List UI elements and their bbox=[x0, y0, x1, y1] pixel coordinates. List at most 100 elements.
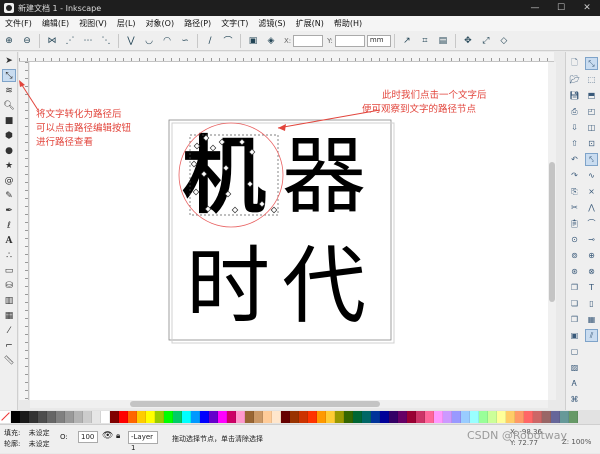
clone-icon[interactable]: ❏ bbox=[568, 297, 581, 310]
dropper-tool-icon[interactable]: ⁄ bbox=[2, 324, 16, 337]
snap-smooth-icon[interactable]: ⌒ bbox=[585, 217, 598, 230]
print-icon[interactable]: ⎙ bbox=[568, 105, 581, 118]
color-swatch[interactable] bbox=[263, 411, 272, 423]
snap-cusp-icon[interactable]: ⋀ bbox=[585, 201, 598, 214]
color-swatch[interactable] bbox=[416, 411, 425, 423]
menu-text[interactable]: 文字(T) bbox=[216, 18, 253, 29]
spiral-tool-icon[interactable]: @ bbox=[2, 174, 16, 187]
mask-icon[interactable]: ▤ bbox=[436, 34, 450, 48]
stroke-to-path-icon[interactable]: ◈ bbox=[264, 34, 278, 48]
color-swatch[interactable] bbox=[20, 411, 29, 423]
vertical-scrollbar[interactable] bbox=[548, 62, 556, 400]
new-document-icon[interactable]: 🗋 bbox=[568, 57, 581, 70]
color-swatch[interactable] bbox=[155, 411, 164, 423]
color-swatch[interactable] bbox=[389, 411, 398, 423]
menu-layer[interactable]: 层(L) bbox=[112, 18, 141, 29]
select-tool-icon[interactable]: ➤ bbox=[2, 54, 16, 67]
insert-node-icon[interactable]: ⊕ bbox=[2, 34, 16, 48]
horizontal-scrollbar[interactable] bbox=[30, 400, 548, 408]
segment-line-icon[interactable]: ∕ bbox=[203, 34, 217, 48]
close-icon[interactable]: ✕ bbox=[574, 0, 600, 16]
menu-path[interactable]: 路径(P) bbox=[179, 18, 216, 29]
glyph-shi[interactable]: 时 bbox=[186, 237, 270, 335]
color-swatch[interactable] bbox=[128, 411, 137, 423]
snap-object-center-icon[interactable]: ⊕ bbox=[585, 249, 598, 262]
color-swatch[interactable] bbox=[344, 411, 353, 423]
color-swatch[interactable] bbox=[479, 411, 488, 423]
redo-icon[interactable]: ↷ bbox=[568, 169, 581, 182]
glyph-qi[interactable]: 器 bbox=[282, 127, 366, 225]
cut-icon[interactable]: ✂ bbox=[568, 201, 581, 214]
unlink-clone-icon[interactable]: ❒ bbox=[568, 313, 581, 326]
snap-midpoint-icon[interactable]: ◫ bbox=[585, 121, 598, 134]
fill-stroke-icon[interactable]: ▨ bbox=[568, 361, 581, 374]
paint-bucket-tool-icon[interactable]: ⛁ bbox=[2, 279, 16, 292]
join-nodes-icon[interactable]: ⋈ bbox=[45, 34, 59, 48]
xml-editor-icon[interactable]: ⌘ bbox=[568, 393, 581, 406]
snap-path-icon[interactable]: ∿ bbox=[585, 169, 598, 182]
color-swatch[interactable] bbox=[299, 411, 308, 423]
eye-icon[interactable]: 👁︎ bbox=[102, 431, 113, 441]
break-path-icon[interactable]: ⋰ bbox=[63, 34, 77, 48]
color-swatch[interactable] bbox=[461, 411, 470, 423]
minimize-icon[interactable]: — bbox=[522, 0, 548, 16]
menu-object[interactable]: 对象(O) bbox=[141, 18, 180, 29]
open-icon[interactable]: 📂︎ bbox=[568, 73, 581, 86]
ungroup-icon[interactable]: ▢ bbox=[568, 345, 581, 358]
undo-icon[interactable]: ↶ bbox=[568, 153, 581, 166]
gradient-tool-icon[interactable]: ▥ bbox=[2, 294, 16, 307]
color-swatch[interactable] bbox=[200, 411, 209, 423]
snap-bbox-icon[interactable]: ⬚ bbox=[585, 73, 598, 86]
delete-node-icon[interactable]: ⊖ bbox=[20, 34, 34, 48]
color-swatch[interactable] bbox=[425, 411, 434, 423]
color-swatch[interactable] bbox=[137, 411, 146, 423]
lock-icon[interactable]: 🔒︎ bbox=[116, 431, 120, 441]
menu-extensions[interactable]: 扩展(N) bbox=[291, 18, 329, 29]
stroke-value[interactable]: 未设定 bbox=[29, 439, 50, 450]
3d-box-tool-icon[interactable]: ⬢ bbox=[2, 129, 16, 142]
color-swatch[interactable] bbox=[281, 411, 290, 423]
color-swatch[interactable] bbox=[353, 411, 362, 423]
color-swatch[interactable] bbox=[569, 411, 578, 423]
color-swatch[interactable] bbox=[317, 411, 326, 423]
import-icon[interactable]: ⇩ bbox=[568, 121, 581, 134]
color-swatch[interactable] bbox=[182, 411, 191, 423]
color-swatch[interactable] bbox=[245, 411, 254, 423]
color-swatch[interactable] bbox=[74, 411, 83, 423]
color-swatch[interactable] bbox=[146, 411, 155, 423]
color-swatch[interactable] bbox=[272, 411, 281, 423]
segment-curve-icon[interactable]: ⌒ bbox=[221, 34, 235, 48]
show-transform-handles-icon[interactable]: ✥ bbox=[461, 34, 475, 48]
star-tool-icon[interactable]: ★ bbox=[2, 159, 16, 172]
snap-grid-icon[interactable]: ▦ bbox=[585, 313, 598, 326]
pen-tool-icon[interactable]: ✒ bbox=[2, 204, 16, 217]
color-swatch[interactable] bbox=[542, 411, 551, 423]
color-swatch[interactable] bbox=[173, 411, 182, 423]
object-to-path-icon[interactable]: ▣ bbox=[246, 34, 260, 48]
color-swatch[interactable] bbox=[533, 411, 542, 423]
group-icon[interactable]: ▣ bbox=[568, 329, 581, 342]
zoom-drawing-icon[interactable]: ⊚ bbox=[568, 249, 581, 262]
eraser-tool-icon[interactable]: ▭ bbox=[2, 264, 16, 277]
color-swatch[interactable] bbox=[236, 411, 245, 423]
copy-icon[interactable]: ⎘ bbox=[568, 185, 581, 198]
menu-edit[interactable]: 编辑(E) bbox=[37, 18, 74, 29]
snap-rotation-center-icon[interactable]: ⊗ bbox=[585, 265, 598, 278]
next-path-effect-icon[interactable]: ↗ bbox=[400, 34, 414, 48]
color-swatch[interactable] bbox=[470, 411, 479, 423]
zoom-selection-icon[interactable]: ⊙ bbox=[568, 233, 581, 246]
color-swatch[interactable] bbox=[398, 411, 407, 423]
color-swatch[interactable] bbox=[335, 411, 344, 423]
color-swatch[interactable] bbox=[407, 411, 416, 423]
node-symmetric-icon[interactable]: ◠ bbox=[160, 34, 174, 48]
color-swatch[interactable] bbox=[524, 411, 533, 423]
color-swatch[interactable] bbox=[371, 411, 380, 423]
color-swatch[interactable] bbox=[11, 411, 20, 423]
color-swatch[interactable] bbox=[326, 411, 335, 423]
color-swatch[interactable] bbox=[551, 411, 560, 423]
color-swatch[interactable] bbox=[290, 411, 299, 423]
color-swatch[interactable] bbox=[218, 411, 227, 423]
color-swatch[interactable] bbox=[164, 411, 173, 423]
color-swatch[interactable] bbox=[254, 411, 263, 423]
color-swatch[interactable] bbox=[227, 411, 236, 423]
